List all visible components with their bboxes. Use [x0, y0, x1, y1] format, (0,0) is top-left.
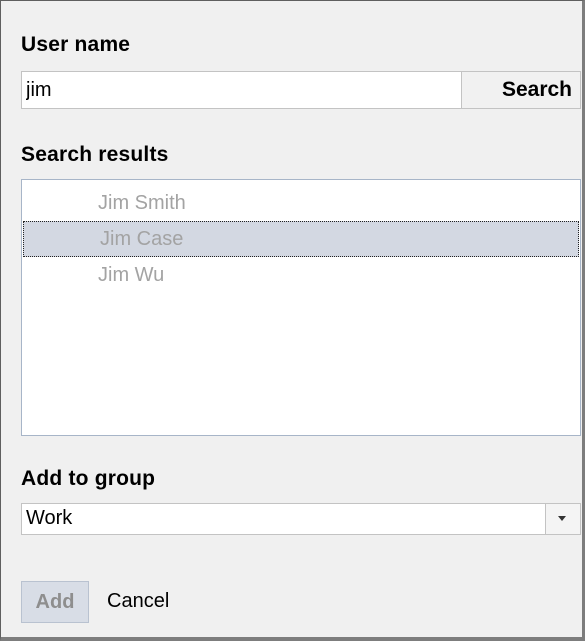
user-search-row: Search — [21, 71, 581, 109]
group-select[interactable]: Work — [21, 503, 581, 535]
search-button[interactable]: Search — [461, 71, 581, 109]
add-user-dialog: User name Search Search results Jim Smit… — [0, 0, 585, 641]
cancel-link[interactable]: Cancel — [107, 590, 169, 613]
add-button[interactable]: Add — [21, 581, 89, 623]
chevron-down-icon — [558, 516, 566, 521]
result-item[interactable]: Jim Wu — [22, 257, 580, 293]
search-results-list[interactable]: Jim Smith Jim Case Jim Wu — [21, 179, 581, 436]
user-name-input[interactable] — [21, 71, 461, 109]
search-results-label: Search results — [21, 143, 169, 166]
dropdown-button[interactable] — [545, 504, 580, 534]
result-item[interactable]: Jim Case — [23, 221, 579, 257]
result-item[interactable]: Jim Smith — [22, 185, 580, 221]
user-name-label: User name — [21, 33, 131, 56]
add-to-group-label: Add to group — [21, 467, 156, 490]
group-select-value: Work — [26, 507, 73, 529]
